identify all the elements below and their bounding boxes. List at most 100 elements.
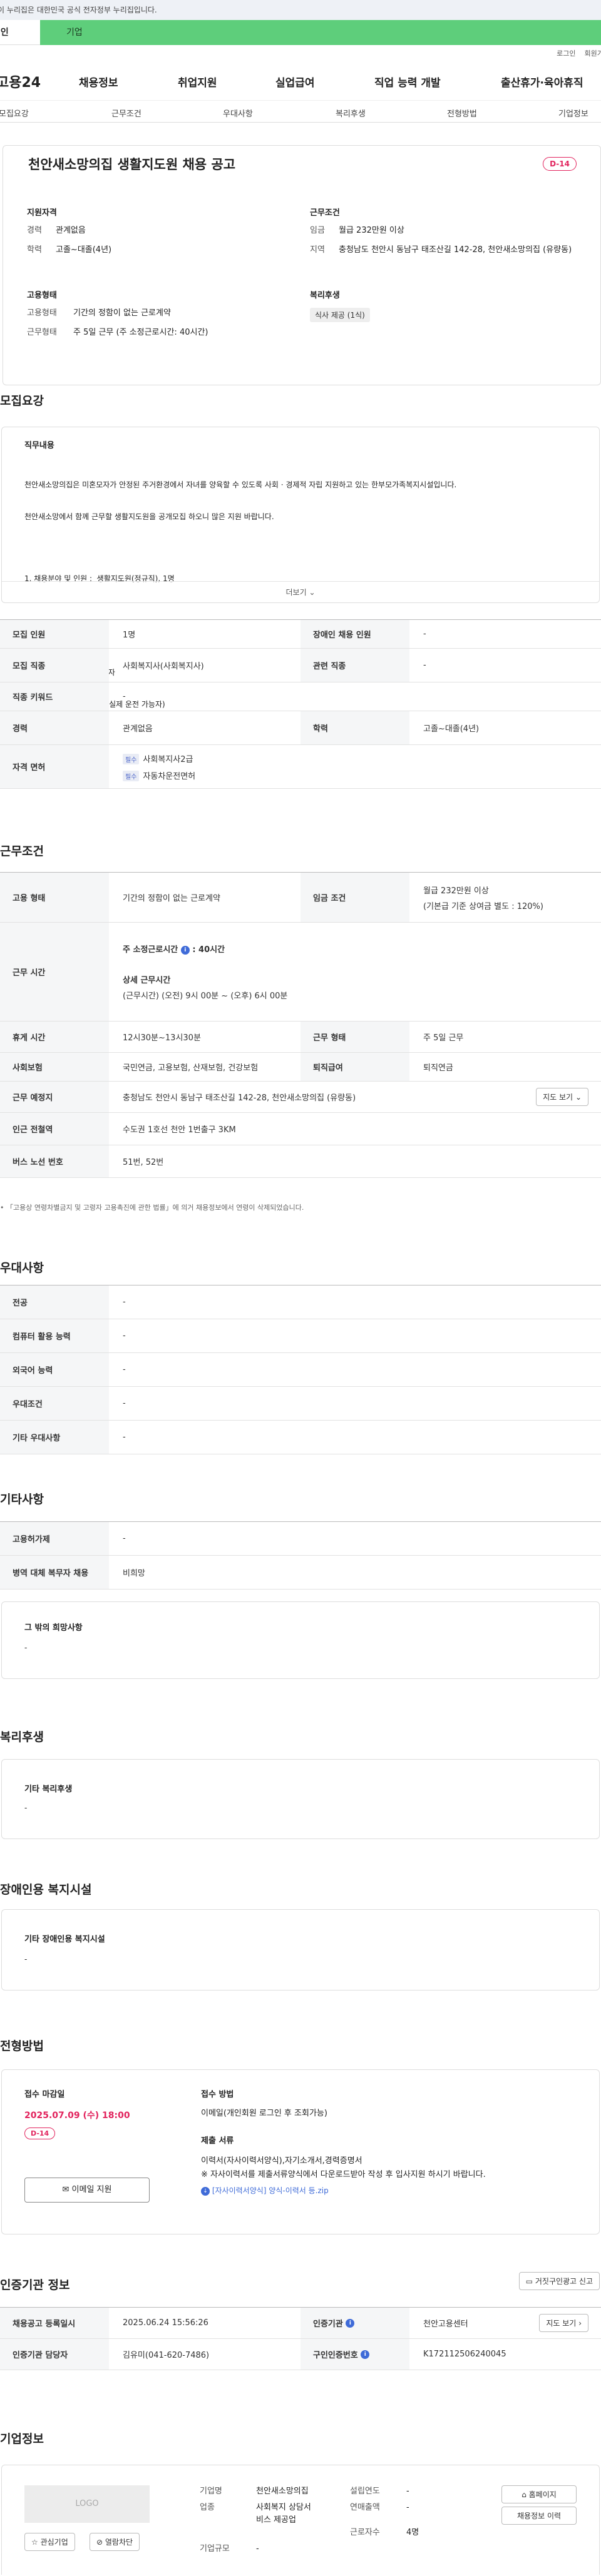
manager-value: 김유미(041-620-7486) [123, 2351, 210, 2360]
emptype-label: 고용형태 [27, 308, 57, 318]
history-button[interactable]: 채용정보 이력 [501, 2507, 577, 2525]
nav-leave[interactable]: 출산휴가·육아휴직 [501, 74, 583, 89]
pref-table: 전공 - 컴퓨터 활용 능력 - 외국어 능력 - 우대조건 - 기타 우대사항 - [0, 1285, 601, 1454]
location-value: 충청남도 천안시 동남구 태조산길 142-28, 천안새소망의집 (유량동) [339, 245, 572, 255]
subnav-welfare[interactable]: 복리후생 [336, 107, 366, 119]
subnav-pref[interactable]: 우대사항 [223, 107, 253, 119]
license-value: 사회복지사2급 [143, 754, 193, 764]
nav-unemployment[interactable]: 실업급여 [275, 74, 315, 89]
nav-training[interactable]: 직업 능력 개발 [374, 74, 441, 89]
join-link[interactable]: 회원가입 [585, 49, 601, 58]
docs-file-link[interactable]: ↓ [자사이력서양식] 양식-이력서 등.zip [201, 2185, 329, 2196]
retire-value: 퇴직연금 [423, 1063, 453, 1073]
pref-section-title: 우대사항 [0, 1261, 44, 1275]
recruit-section-title: 모집요강 [0, 394, 44, 408]
login-link[interactable]: 로그인 [557, 49, 575, 58]
member-type-tabs: 개인 기업 [0, 20, 601, 45]
wage-value: 월급 232만원 이상 [339, 226, 404, 235]
disab-sub: 기타 장애인용 복지시설 [24, 1935, 105, 1944]
condition-group: 근무조건 임금 월급 232만원 이상 지역 충청남도 천안시 동남구 태조산길 1… [310, 206, 585, 264]
mail-icon: ✉ [62, 2185, 69, 2194]
company-info: 기업명 천안새소망의집 설립연도 - 업종 사회복지 상담서 비스 제공업 연매출액 근로자수… [200, 2485, 419, 2555]
location-label: 지역 [310, 245, 325, 255]
job-desc-line: 천안새소망에서 함께 근무할 생활지도원을 공개모집 하오니 많은 지원 바랍니… [24, 512, 274, 521]
company-logo: LOGO [24, 2485, 150, 2523]
military-value: 비희망 [123, 1569, 145, 1578]
email-apply-button[interactable]: ✉ 이메일 지원 [24, 2178, 150, 2203]
major-label: 전공 [0, 1285, 109, 1319]
wage-cond-value: 월급 232만원 이상 [423, 886, 489, 896]
count-value: 1명 [123, 631, 136, 640]
tab-company[interactable]: 기업 [40, 20, 601, 45]
subnav-company[interactable]: 기업정보 [558, 107, 588, 119]
home-icon: ⌂ [521, 2490, 527, 2499]
career-label: 경력 [27, 226, 42, 235]
career-row-label: 경력 [0, 711, 109, 744]
report-button[interactable]: ▭ 거짓구인광고 신고 [518, 2272, 600, 2290]
reg-label: 채용공고 등록일시 [0, 2308, 109, 2338]
org-map-button[interactable]: 지도 보기 › [539, 2314, 588, 2332]
info-icon[interactable]: i [361, 2350, 370, 2359]
wage-cond-label: 임금 조건 [300, 873, 409, 922]
career-row-value: 관계없음 [123, 724, 153, 734]
qualification-title: 지원자격 [27, 208, 57, 218]
lang-value: - [123, 1365, 126, 1374]
industry-label: 업종 [200, 2503, 215, 2512]
weekly-hours-value: : 40시간 [192, 945, 225, 955]
docs-notice: ※ 자사이력서를 제출서류양식에서 다운로드받아 작성 후 입사지원 하시기 바… [201, 2170, 486, 2179]
nav-jobs[interactable]: 채용정보 [79, 74, 118, 89]
permit-value: - [123, 1534, 126, 1543]
rel-value: - [423, 661, 426, 670]
license-label: 자격 면허 [0, 745, 109, 788]
company-name-value: 천안새소망의집 [256, 2487, 309, 2496]
workshape-value: 주 5일 근무 (주 소정근로시간: 40시간) [73, 328, 208, 337]
place-label: 근무 예정지 [0, 1082, 109, 1112]
emp-label: 고용 형태 [0, 873, 109, 922]
reg-value: 2025.06.24 15:56:26 [123, 2318, 208, 2328]
site-logo[interactable]: 고용24 [0, 71, 71, 91]
nav-employment-support[interactable]: 취업지원 [178, 74, 217, 89]
manager-label: 인증기관 담당자 [0, 2339, 109, 2370]
subnav-recruit[interactable]: 모집요강 [0, 107, 29, 119]
welfare-value: - [24, 1803, 28, 1812]
permit-label: 고용허가제 [0, 1522, 109, 1555]
employment-title: 고용형태 [27, 291, 57, 300]
docs-label: 제출 서류 [201, 2136, 234, 2146]
subnav-work[interactable]: 근무조건 [111, 107, 141, 119]
shape-value: 주 5일 근무 [423, 1033, 464, 1043]
disabled-value: - [423, 629, 426, 639]
disabled-label: 장애인 채용 인원 [300, 620, 409, 648]
major-value: - [123, 1297, 126, 1307]
chevron-right-icon: › [578, 2319, 582, 2328]
favorite-button[interactable]: ☆ 관심기업 [24, 2533, 75, 2551]
welfare-sub: 기타 복리후생 [24, 1785, 73, 1794]
time-label: 근무 시간 [0, 923, 109, 1021]
map-button[interactable]: 지도 보기 ⌄ [536, 1088, 588, 1106]
process-box: 접수 마감일 2025.07.09 (수) 18:00 D-14 ✉ 이메일 지… [1, 2069, 600, 2234]
insurance-label: 사회보험 [0, 1053, 109, 1081]
subnav-process[interactable]: 전형방법 [447, 107, 477, 119]
bus-value: 51번, 52번 [123, 1158, 164, 1167]
license-value: 자동차운전면허 [143, 771, 196, 781]
job-desc-title: 직무내용 [24, 441, 54, 450]
download-icon: ↓ [201, 2186, 210, 2196]
job-desc-line: 천안새소망의집은 미혼모자가 안정된 주거환경에서 자녀를 양육할 수 있도록 … [24, 480, 457, 489]
work-section-title: 근무조건 [0, 844, 44, 858]
homepage-button[interactable]: ⌂ 홈페이지 [501, 2485, 577, 2503]
welfare-group: 복리후생 식사 제공 (1식) [310, 288, 370, 322]
condition-title: 근무조건 [310, 208, 340, 218]
info-icon[interactable]: i [180, 945, 190, 955]
block-button[interactable]: ⊘ 열람차단 [90, 2533, 140, 2551]
emptype-value: 기간의 정함이 없는 근로계약 [73, 308, 171, 318]
tab-personal[interactable]: 개인 [0, 20, 40, 45]
required-badge: 필수 [123, 770, 140, 781]
year-value: - [406, 2487, 409, 2496]
info-icon[interactable]: i [346, 2318, 355, 2328]
job-value: 사회복지사(사회복지사) [123, 662, 204, 671]
emp-value: 기간의 정함이 없는 근로계약 [123, 894, 220, 903]
military-label: 병역 대체 복무자 채용 [0, 1556, 109, 1589]
more-button[interactable]: 더보기 ⌄ [2, 581, 599, 602]
shape-label: 근무 형태 [300, 1022, 409, 1052]
company-name-label: 기업명 [200, 2487, 222, 2496]
rel-label: 관련 직종 [300, 649, 409, 682]
